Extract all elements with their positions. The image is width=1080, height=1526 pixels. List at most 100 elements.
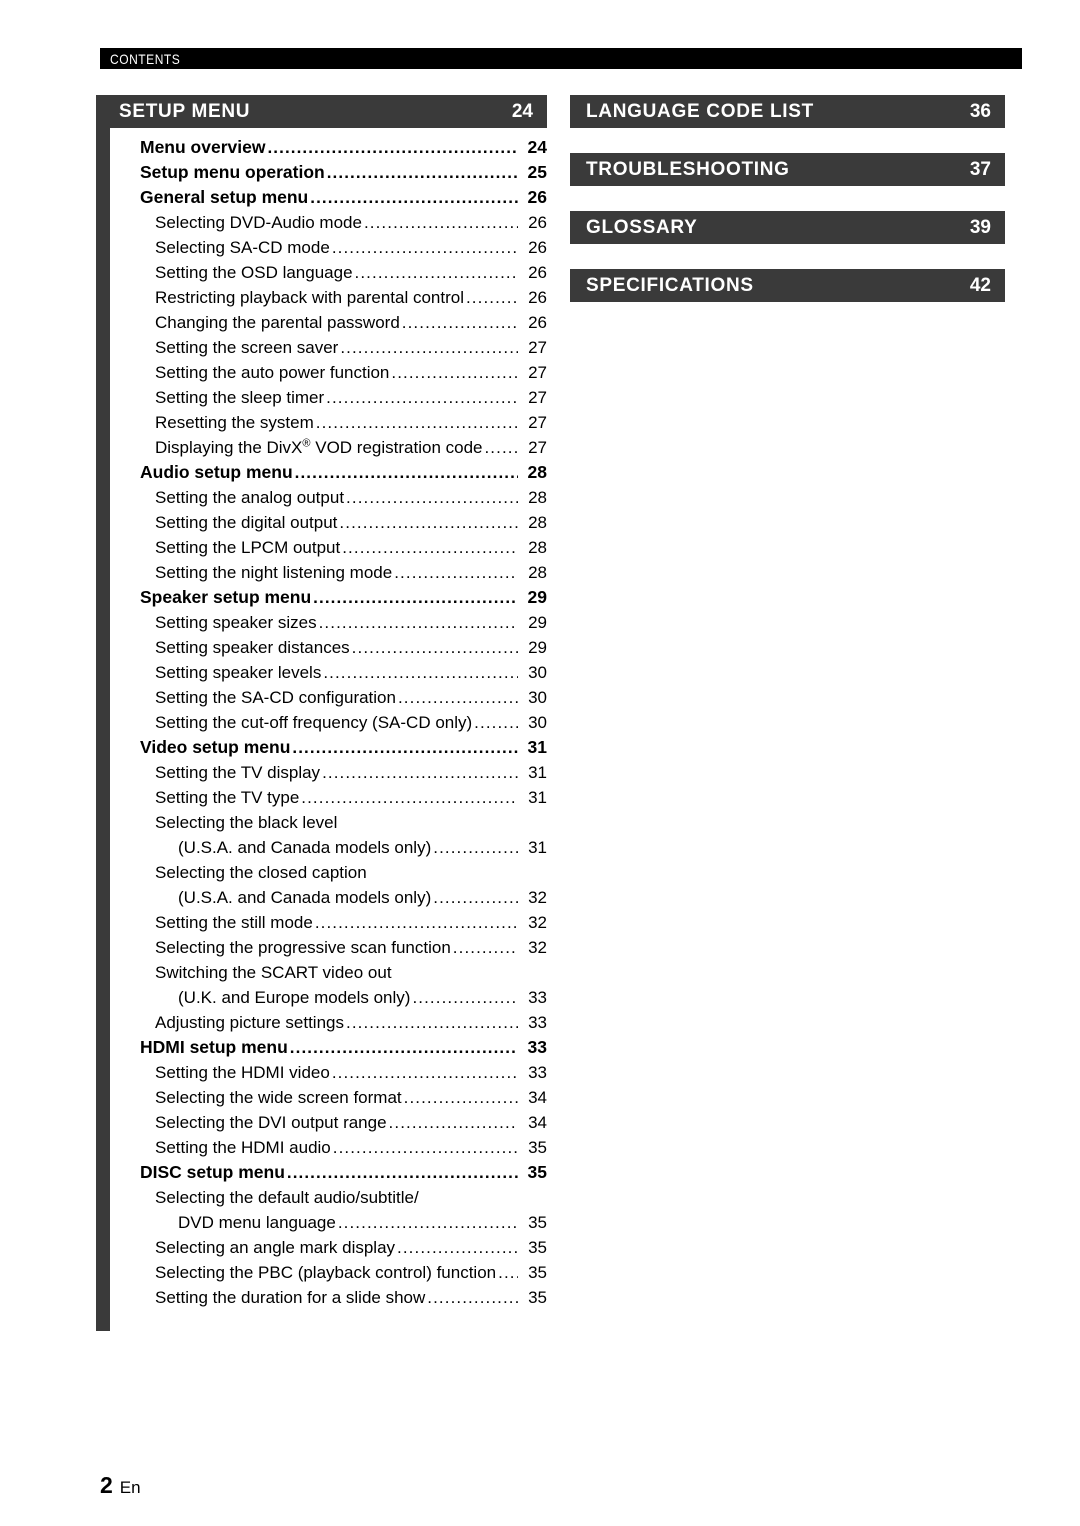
toc-entry[interactable]: Setting the OSD language................…: [103, 260, 547, 285]
toc-entry-page: 28: [528, 563, 547, 582]
toc-entry[interactable]: (U.S.A. and Canada models only) ........…: [103, 835, 547, 860]
toc-entry-text: Selecting SA-CD mode: [155, 238, 330, 257]
toc-entry[interactable]: Selecting the closed caption............…: [103, 860, 547, 885]
running-head-bar: CONTENTS: [100, 48, 1022, 69]
toc-entry-text: Selecting the progressive scan function: [155, 938, 451, 957]
toc-leader-dots: ........................................…: [313, 588, 518, 607]
toc-entry[interactable]: Restricting playback with parental contr…: [103, 285, 547, 310]
toc-entry[interactable]: Setting the digital output..............…: [103, 510, 547, 535]
toc-entry[interactable]: Switching the SCART video out...........…: [103, 960, 547, 985]
toc-entry-page: 27: [528, 388, 547, 407]
toc-leader-dots: ........................................…: [401, 313, 518, 332]
toc-entry[interactable]: Setting the sleep timer.................…: [103, 385, 547, 410]
toc-leader-dots: ........................................…: [322, 763, 518, 782]
toc-entry[interactable]: Setting speaker distances ..............…: [103, 635, 547, 660]
toc-entry[interactable]: Selecting SA-CD mode....................…: [103, 235, 547, 260]
toc-entry[interactable]: General setup menu .....................…: [103, 185, 547, 210]
toc-entry[interactable]: Displaying the DivX® VOD registration co…: [103, 435, 547, 460]
toc-entry[interactable]: Setup menu operation....................…: [103, 160, 547, 185]
toc-entry-page: 30: [528, 713, 547, 732]
toc-leader-dots: ........................................…: [292, 738, 518, 757]
toc-entry[interactable]: Resetting the system ...................…: [103, 410, 547, 435]
toc-entry[interactable]: (U.S.A. and Canada models only) ........…: [103, 885, 547, 910]
toc-entry[interactable]: Setting the HDMI audio..................…: [103, 1135, 547, 1160]
section-header-setup-menu[interactable]: SETUP MENU 24: [103, 95, 547, 128]
toc-entry[interactable]: Setting the LPCM output ................…: [103, 535, 547, 560]
toc-leader-dots: ........................................…: [323, 663, 518, 682]
toc-entry[interactable]: Changing the parental password..........…: [103, 310, 547, 335]
toc-entry[interactable]: Setting the HDMI video..................…: [103, 1060, 547, 1085]
toc-entry-page: 35: [527, 1162, 547, 1182]
toc-entry[interactable]: Setting the TV type.....................…: [103, 785, 547, 810]
toc-entry[interactable]: Setting the duration for a slide show ..…: [103, 1285, 547, 1310]
toc-entry[interactable]: Audio setup menu .......................…: [103, 460, 547, 485]
toc-leader-dots: ........................................…: [289, 1038, 518, 1057]
toc-entry[interactable]: Selecting the black level...............…: [103, 810, 547, 835]
toc-entry[interactable]: Video setup menu........................…: [103, 735, 547, 760]
toc-entry[interactable]: Selecting the wide screen format .......…: [103, 1085, 547, 1110]
page-footer: 2 En: [100, 1472, 141, 1499]
toc-leader-dots: ........................................…: [397, 1238, 518, 1257]
toc-entry-page: 35: [528, 1288, 547, 1307]
section-page-number: 24: [511, 101, 533, 122]
toc-leader-dots: ........................................…: [346, 488, 518, 507]
toc-entry[interactable]: Speaker setup menu......................…: [103, 585, 547, 610]
toc-entry-page: 24: [527, 137, 547, 157]
toc-entry-page: 29: [528, 638, 547, 657]
toc-leader-dots: ........................................…: [474, 713, 518, 732]
toc-entry[interactable]: Selecting the DVI output range .........…: [103, 1110, 547, 1135]
toc-entry-page: 26: [528, 213, 547, 232]
toc-entry-text: Setting the still mode: [155, 913, 313, 932]
toc-entry[interactable]: Setting speaker sizes...................…: [103, 610, 547, 635]
toc-entry[interactable]: Setting the auto power function ........…: [103, 360, 547, 385]
toc-entry[interactable]: Setting the analog output ..............…: [103, 485, 547, 510]
section-title: SETUP MENU: [119, 101, 251, 122]
toc-entry-page: 35: [528, 1213, 547, 1232]
toc-leader-dots: ........................................…: [397, 688, 518, 707]
section-header-language-code-list[interactable]: LANGUAGE CODE LIST 36: [570, 95, 1005, 128]
toc-entry[interactable]: Setting speaker levels..................…: [103, 660, 547, 685]
toc-entry-page: 30: [528, 688, 547, 707]
toc-entry[interactable]: Selecting DVD-Audio mode................…: [103, 210, 547, 235]
toc-entry[interactable]: Setting the cut-off frequency (SA-CD onl…: [103, 710, 547, 735]
toc-entry[interactable]: Setting the still mode .................…: [103, 910, 547, 935]
section-header-specifications[interactable]: SPECIFICATIONS 42: [570, 269, 1005, 302]
toc-entry-page: 25: [527, 162, 547, 182]
footer-language-code: En: [119, 1478, 141, 1497]
section-page-number: 39: [969, 217, 991, 238]
toc-entry-text: Resetting the system: [155, 413, 314, 432]
toc-entry-text: Setting the screen saver: [155, 338, 339, 357]
toc-entry[interactable]: HDMI setup menu ........................…: [103, 1035, 547, 1060]
toc-entry-page: 32: [528, 888, 547, 907]
section-header-glossary[interactable]: GLOSSARY 39: [570, 211, 1005, 244]
toc-entry[interactable]: (U.K. and Europe models only) ..........…: [103, 985, 547, 1010]
toc-leader-dots: ........................................…: [286, 1163, 518, 1182]
toc-entry-page: 27: [528, 338, 547, 357]
toc-entry[interactable]: Menu overview...........................…: [103, 135, 547, 160]
toc-entry[interactable]: Selecting the default audio/subtitle/...…: [103, 1185, 547, 1210]
toc-entry-text: Displaying the DivX® VOD registration co…: [155, 437, 483, 457]
toc-entry-text: (U.S.A. and Canada models only): [178, 888, 432, 907]
toc-entry[interactable]: Adjusting picture settings .............…: [103, 1010, 547, 1035]
toc-leader-dots: ........................................…: [326, 163, 518, 182]
toc-entry[interactable]: Setting the TV display .................…: [103, 760, 547, 785]
toc-entry-page: 32: [528, 938, 547, 957]
toc-entry-text: DISC setup menu: [140, 1162, 285, 1182]
toc-entry[interactable]: Selecting the progressive scan function.…: [103, 935, 547, 960]
toc-entry[interactable]: DISC setup menu ........................…: [103, 1160, 547, 1185]
toc-entry[interactable]: DVD menu language ......................…: [103, 1210, 547, 1235]
toc-leader-dots: ........................................…: [412, 988, 518, 1007]
toc-entry-page: 33: [527, 1037, 547, 1057]
toc-entry-text: Selecting the PBC (playback control) fun…: [155, 1263, 497, 1282]
toc-entry[interactable]: Setting the night listening mode .......…: [103, 560, 547, 585]
toc-entry-text: Video setup menu: [140, 737, 291, 757]
toc-entry[interactable]: Setting the screen saver................…: [103, 335, 547, 360]
toc-entry[interactable]: Selecting an angle mark display ........…: [103, 1235, 547, 1260]
section-page-number: 36: [969, 101, 991, 122]
section-header-troubleshooting[interactable]: TROUBLESHOOTING 37: [570, 153, 1005, 186]
toc-leader-dots: ........................................…: [354, 263, 518, 282]
section-title: TROUBLESHOOTING: [586, 159, 790, 180]
toc-entry[interactable]: Setting the SA-CD configuration.........…: [103, 685, 547, 710]
toc-leader-dots: ........................................…: [340, 338, 518, 357]
toc-entry[interactable]: Selecting the PBC (playback control) fun…: [103, 1260, 547, 1285]
